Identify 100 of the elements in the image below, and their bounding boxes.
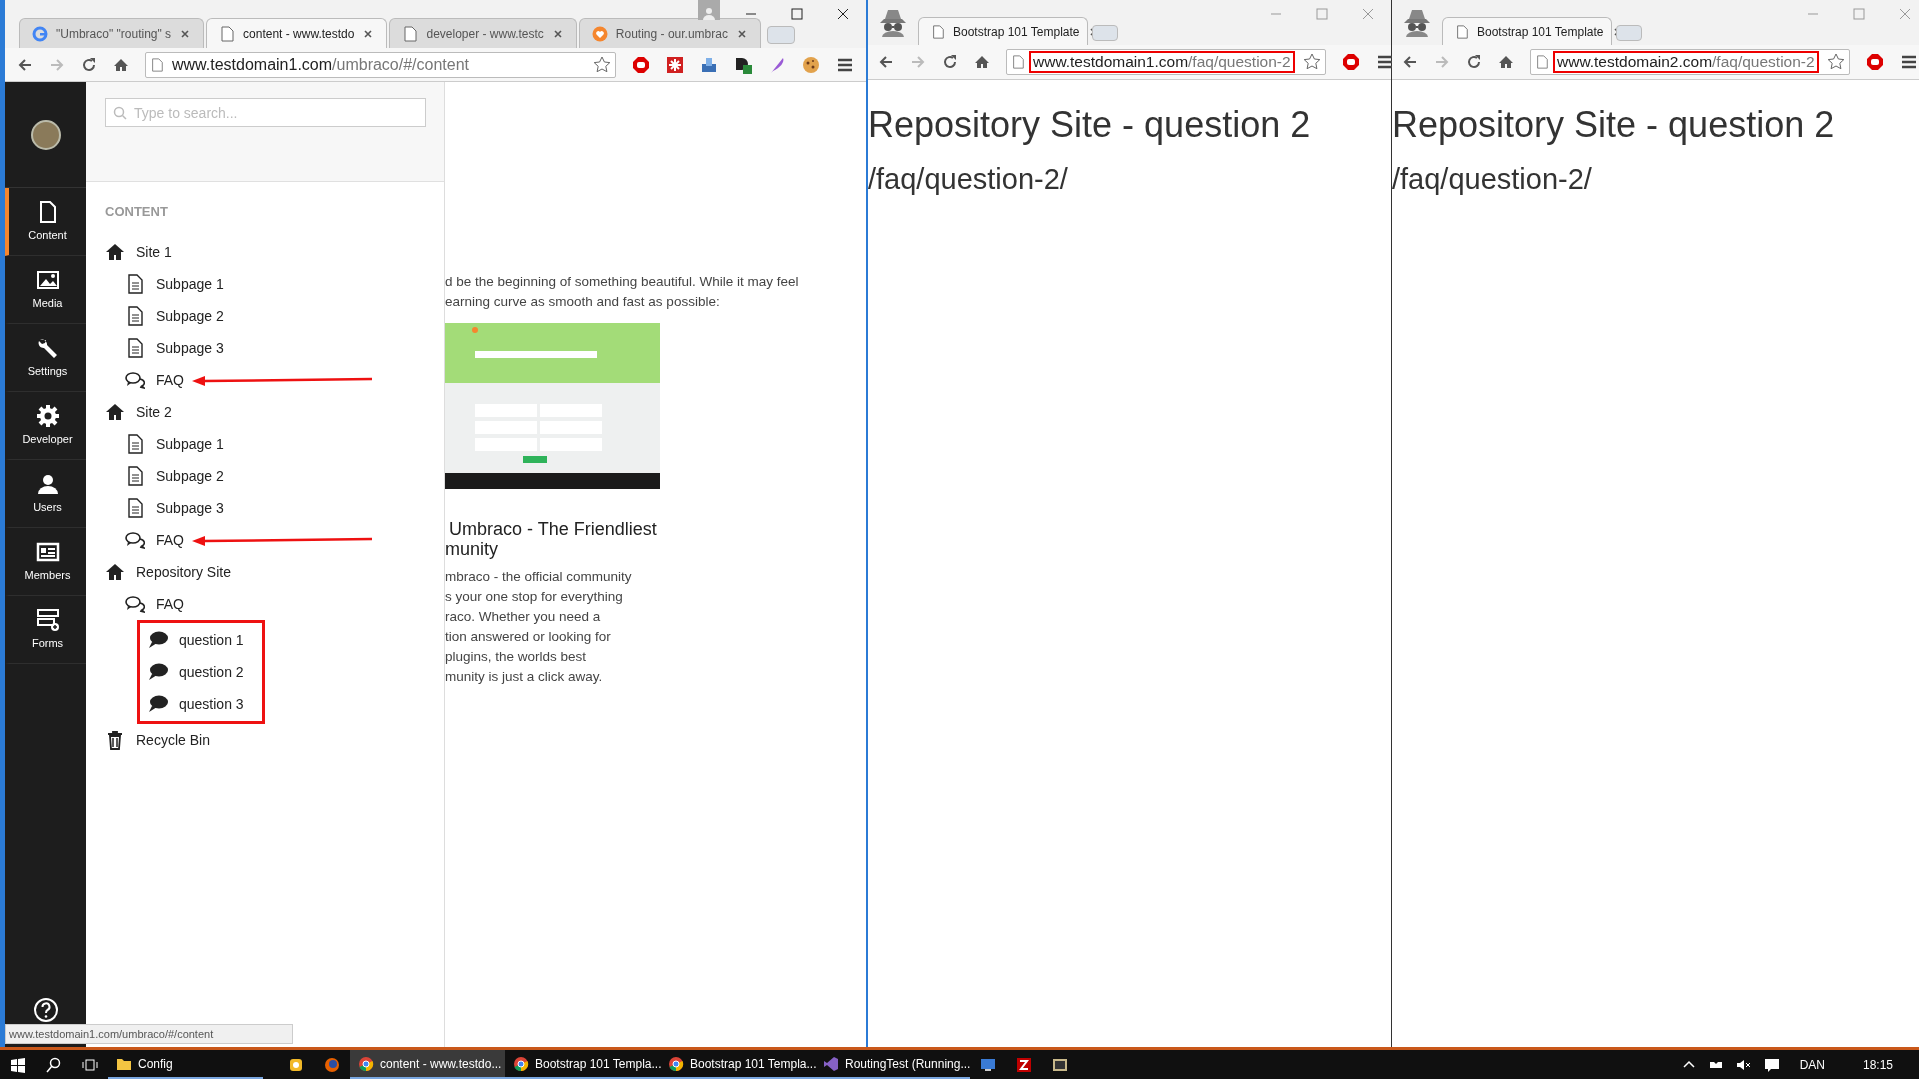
browser-tab[interactable]: developer - www.testc [389, 18, 577, 48]
home-icon[interactable] [1498, 54, 1514, 70]
tree-item[interactable]: Subpage 3 [156, 497, 224, 519]
browser-tab[interactable]: content - www.testdo [206, 18, 388, 48]
chrome-icon [513, 1055, 529, 1072]
section-tab[interactable]: Content [5, 188, 86, 256]
reload-icon[interactable] [1466, 54, 1482, 70]
google-icon [32, 25, 48, 42]
notification-icon[interactable] [1763, 1056, 1780, 1073]
tree-item[interactable]: FAQ [156, 593, 184, 615]
close-icon[interactable] [362, 27, 375, 40]
badge-icon[interactable] [734, 55, 752, 74]
star-icon[interactable] [1827, 53, 1845, 71]
tray-icon[interactable] [700, 55, 718, 74]
taskbar-button[interactable]: Bootstrap 101 Templa... [505, 1050, 660, 1079]
page-icon [402, 25, 419, 42]
tree-item[interactable]: Site 1 [136, 241, 172, 263]
taskbar-button[interactable]: Bootstrap 101 Templa... [660, 1050, 815, 1079]
cookie-icon[interactable] [802, 55, 820, 74]
stop-sign-icon[interactable] [632, 55, 650, 74]
windows-icon[interactable] [10, 1056, 26, 1073]
section-tab[interactable]: Forms [5, 596, 86, 664]
address-field[interactable]: www.testdomain2.com/faq/question-2 [1530, 49, 1850, 75]
page-path: /faq/question-2/ [1392, 162, 1593, 197]
menu-icon[interactable] [1375, 53, 1394, 71]
page-heading: Repository Site - question 2 [868, 103, 1312, 147]
speech-bubbles-icon [125, 594, 145, 614]
address-field[interactable]: www.testdomain1.com/faq/question-2 [1006, 49, 1326, 75]
section-tab[interactable]: Settings [5, 324, 86, 392]
fz-logo-icon[interactable] [1016, 1056, 1032, 1073]
tree-item[interactable]: Recycle Bin [136, 729, 210, 751]
back-icon[interactable] [1402, 54, 1418, 70]
back-icon[interactable] [17, 56, 33, 73]
reload-icon[interactable] [942, 54, 958, 70]
home-icon[interactable] [113, 56, 129, 73]
globe-icon[interactable] [324, 1056, 340, 1073]
address-field[interactable]: www.testdomain1.com/umbraco/#/content [145, 51, 616, 78]
stop-sign-icon[interactable] [1341, 53, 1360, 71]
article-heading: Umbraco - The Friendliest [448, 519, 658, 539]
page-icon [1011, 54, 1025, 70]
browser-tab[interactable]: Routing - our.umbrac [578, 18, 761, 48]
document-icon [125, 498, 145, 518]
article-heading: munity [445, 539, 499, 559]
stop-sign-icon[interactable] [1866, 53, 1884, 71]
reload-icon[interactable] [81, 56, 97, 73]
tree-item[interactable]: question 3 [179, 693, 244, 715]
page-icon [219, 25, 236, 42]
terminal-icon[interactable] [1052, 1056, 1068, 1073]
taskbar-button[interactable]: Config [108, 1050, 263, 1079]
language-indicator[interactable]: DAN [1799, 1055, 1825, 1074]
task-view-icon[interactable] [82, 1056, 98, 1073]
section-tab[interactable]: Media [5, 256, 86, 324]
tree-item[interactable]: Repository Site [136, 561, 231, 583]
intro-text: d be the beginning of something beautiful. While it may feel [445, 273, 800, 291]
section-tab[interactable]: Members [5, 528, 86, 596]
browser-tab[interactable]: "Umbraco" "routing" s [19, 18, 205, 48]
speech-bubble-icon [148, 630, 168, 650]
page-icon [1455, 24, 1469, 39]
close-icon[interactable] [735, 27, 748, 40]
home-icon[interactable] [974, 54, 990, 70]
article-text: munity is just a click away. [445, 668, 604, 686]
tree-item[interactable]: Subpage 2 [156, 465, 224, 487]
tree-item[interactable]: Subpage 1 [156, 433, 224, 455]
clock[interactable]: 18:15 [1862, 1055, 1893, 1074]
page-path: /faq/question-2/ [868, 162, 1069, 197]
tree-item[interactable]: Subpage 2 [156, 305, 224, 327]
tree-item[interactable]: FAQ [156, 369, 184, 391]
asterisk-icon[interactable] [666, 55, 684, 74]
taskbar-button[interactable]: content - www.testdo... [350, 1050, 505, 1079]
star-icon[interactable] [593, 55, 611, 74]
section-tab[interactable]: Users [5, 460, 86, 528]
menu-icon[interactable] [1900, 53, 1918, 71]
infinity-icon [823, 1055, 839, 1072]
tree-item[interactable]: Subpage 3 [156, 337, 224, 359]
star-icon[interactable] [1302, 53, 1321, 71]
tree-item[interactable]: FAQ [156, 529, 184, 551]
search-icon[interactable] [46, 1056, 62, 1073]
avatar[interactable] [30, 119, 61, 150]
help-icon[interactable] [32, 997, 59, 1023]
close-icon[interactable] [179, 27, 192, 40]
article-text: s your one stop for everything [445, 588, 624, 606]
home-icon [105, 562, 125, 582]
page-icon [931, 24, 945, 39]
speech-bubble-icon [148, 694, 168, 714]
home-icon [105, 242, 125, 262]
tree-item[interactable]: question 1 [179, 629, 244, 651]
speech-bubbles-icon [125, 530, 145, 550]
taskbar-button[interactable]: RoutingTest (Running... [815, 1050, 970, 1079]
tree-item[interactable]: question 2 [179, 661, 244, 683]
chrome-icon [668, 1055, 684, 1072]
smiley-icon[interactable] [288, 1056, 304, 1073]
tree-item[interactable]: Subpage 1 [156, 273, 224, 295]
back-icon[interactable] [878, 54, 894, 70]
monitor-icon[interactable] [980, 1056, 996, 1073]
tree-item[interactable]: Site 2 [136, 401, 172, 423]
close-icon[interactable] [551, 27, 564, 40]
search-field[interactable]: Type to search... [105, 98, 426, 127]
status-url: www.testdomain1.com/umbraco/#/content [5, 1024, 293, 1044]
form-icon [35, 607, 60, 632]
section-tab[interactable]: Developer [5, 392, 86, 460]
